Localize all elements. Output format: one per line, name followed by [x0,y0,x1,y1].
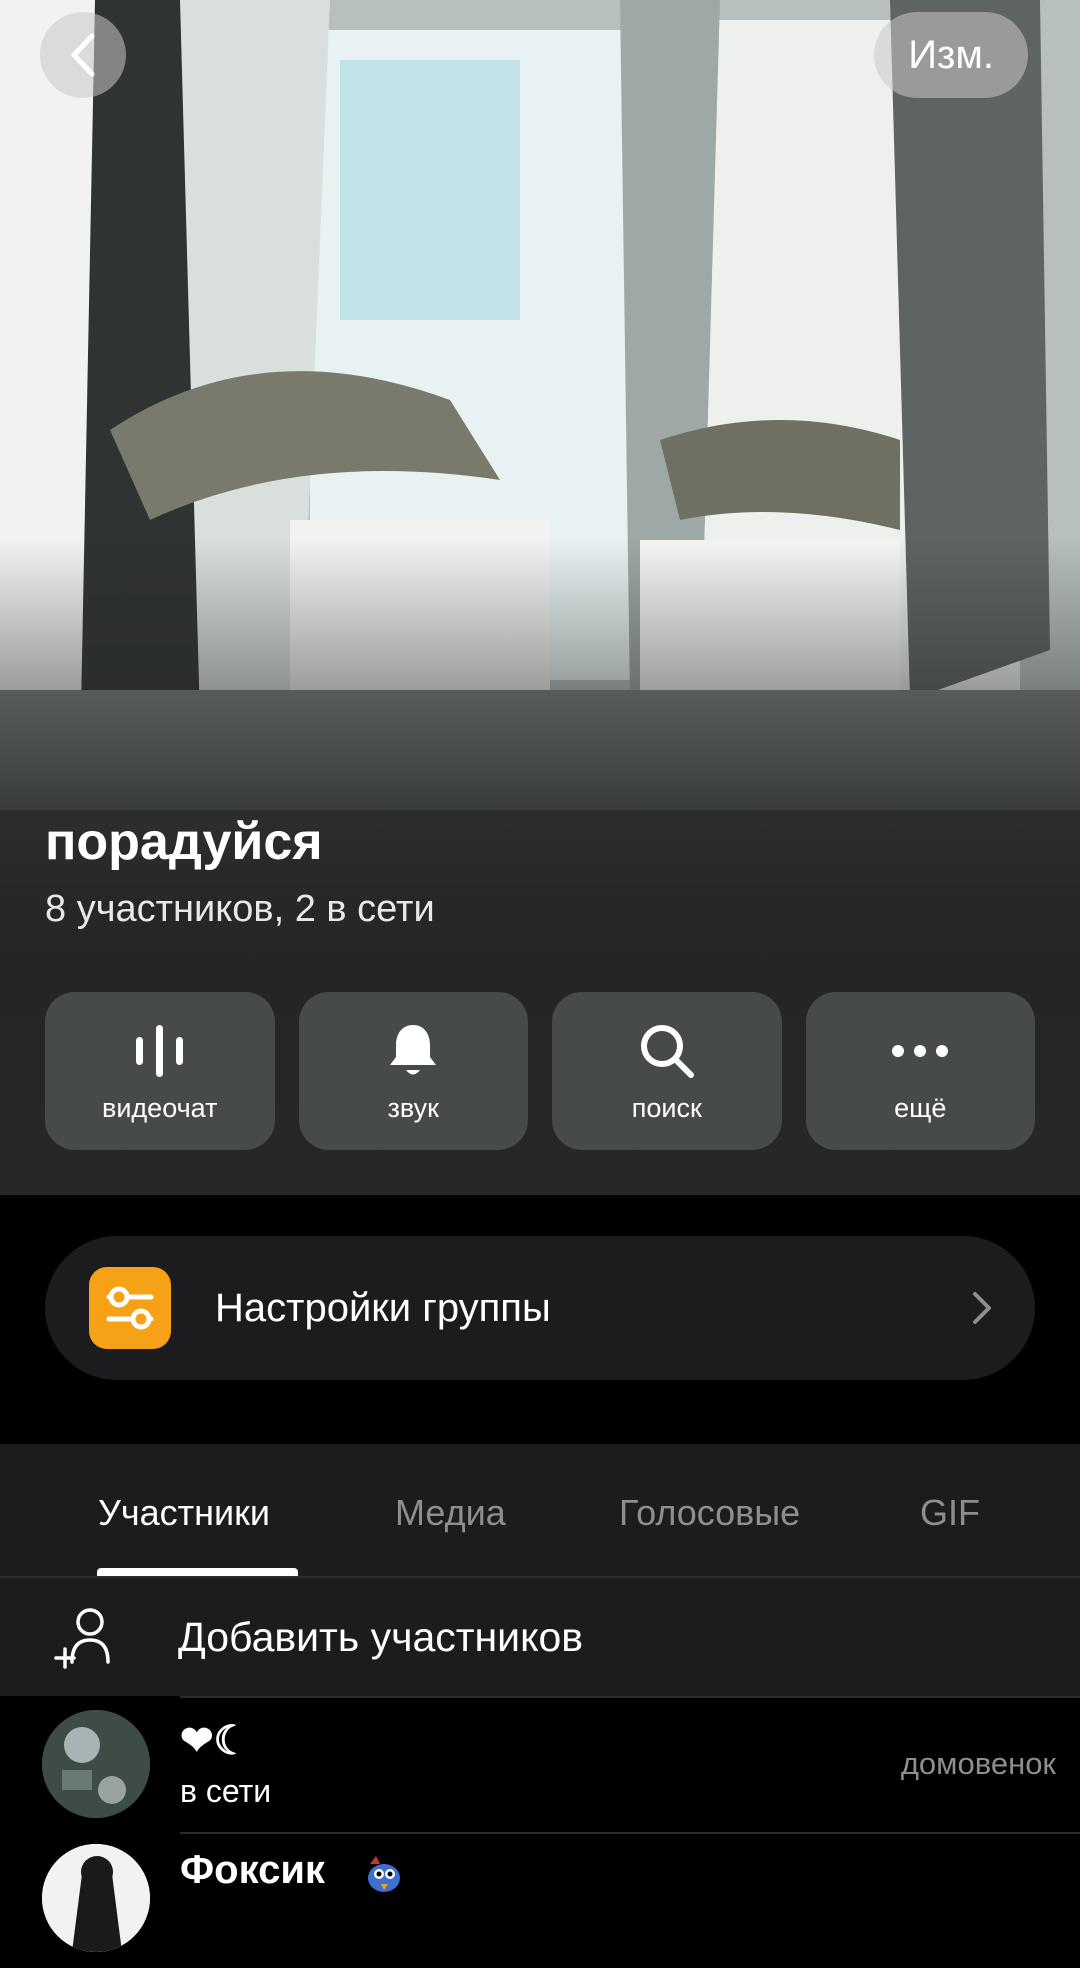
voice-bars-icon [130,1019,190,1083]
member-role: домовенок [900,1746,1056,1781]
chevron-right-icon [973,1292,991,1324]
action-bar: видеочат звук поиск ещё [45,992,1035,1150]
avatar [42,1710,150,1818]
bell-icon [385,1019,441,1083]
add-user-icon [52,1604,152,1670]
tab-media[interactable]: Медиа [395,1492,506,1534]
member-name: Фоксик [180,1848,325,1892]
member-row[interactable]: Фоксик [0,1834,1080,1968]
more-dots-icon [890,1019,950,1083]
tab-members[interactable]: Участники [98,1492,270,1534]
search-button[interactable]: поиск [552,992,782,1150]
action-label: звук [387,1092,439,1123]
edit-button[interactable]: Изм. [874,12,1028,98]
action-label: видеочат [102,1092,218,1123]
tab-voice[interactable]: Голосовые [619,1492,800,1534]
action-label: поиск [631,1092,702,1123]
member-status: в сети [180,1773,272,1809]
bird-emoji-icon [368,1856,400,1892]
group-members-count: 8 участников, 2 в сети [45,888,435,930]
member-row[interactable]: ❤☾ в сети домовенок [0,1698,1080,1832]
videochat-button[interactable]: видеочат [45,992,275,1150]
member-name: ❤☾ [180,1719,250,1763]
sound-button[interactable]: звук [298,992,528,1150]
group-title: порадуйся [45,813,323,871]
more-button[interactable]: ещё [805,992,1035,1150]
add-members-row[interactable]: Добавить участников [0,1578,1080,1696]
search-icon [637,1019,697,1083]
tab-gif[interactable]: GIF [920,1492,980,1534]
avatar [42,1844,150,1952]
sliders-icon [89,1267,171,1349]
group-settings-label: Настройки группы [215,1285,551,1330]
add-members-label: Добавить участников [178,1613,584,1660]
active-tab-indicator [97,1568,298,1576]
group-settings-row[interactable]: Настройки группы [45,1236,1035,1380]
chevron-left-icon [71,33,95,77]
action-label: ещё [894,1092,947,1123]
tab-bar: Участники Медиа Голосовые GIF [0,1444,1080,1576]
back-button[interactable] [40,12,126,98]
